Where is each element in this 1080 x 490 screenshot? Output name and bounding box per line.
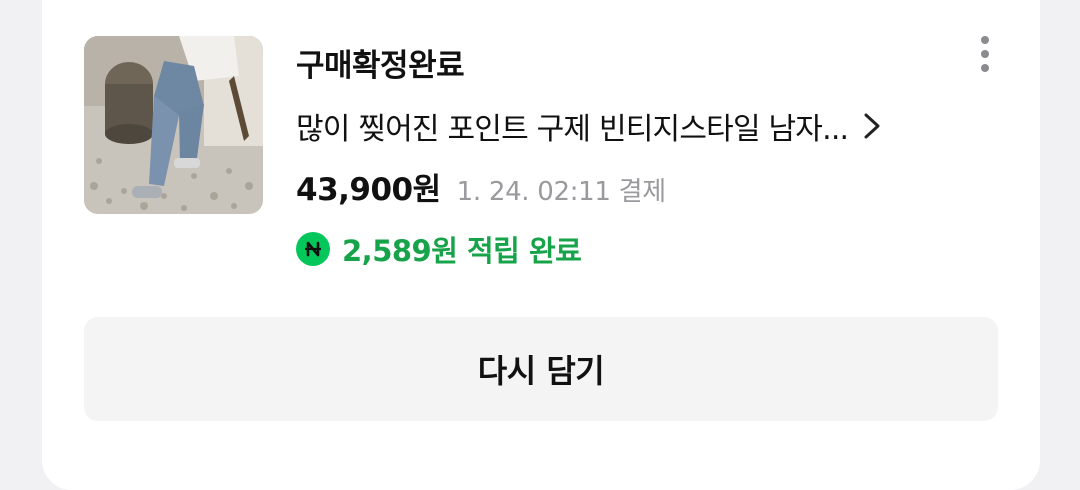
product-title: 많이 찢어진 포인트 구제 빈티지스타일 남자... [296, 112, 849, 147]
npay-point-icon [296, 232, 330, 266]
more-options-button[interactable] [968, 34, 1002, 74]
product-thumbnail[interactable] [84, 36, 263, 214]
product-image [84, 36, 263, 214]
payment-time: 1. 24. 02:11 결제 [456, 177, 667, 207]
order-status: 구매확정완료 [296, 48, 465, 84]
reorder-button-label: 다시 담기 [477, 352, 605, 390]
points-row: 2,589원 적립 완료 [296, 230, 582, 268]
chevron-right-icon [864, 113, 880, 139]
price-row: 43,900원 1. 24. 02:11 결제 [296, 164, 666, 209]
product-price: 43,900원 [296, 172, 441, 208]
more-vertical-icon-dot [981, 64, 989, 72]
reorder-button[interactable]: 다시 담기 [84, 317, 998, 421]
points-earned: 2,589원 적립 완료 [342, 234, 582, 268]
product-detail-link[interactable]: 많이 찢어진 포인트 구제 빈티지스타일 남자... [296, 104, 986, 148]
more-vertical-icon-dot [981, 50, 989, 58]
more-vertical-icon [981, 36, 989, 44]
